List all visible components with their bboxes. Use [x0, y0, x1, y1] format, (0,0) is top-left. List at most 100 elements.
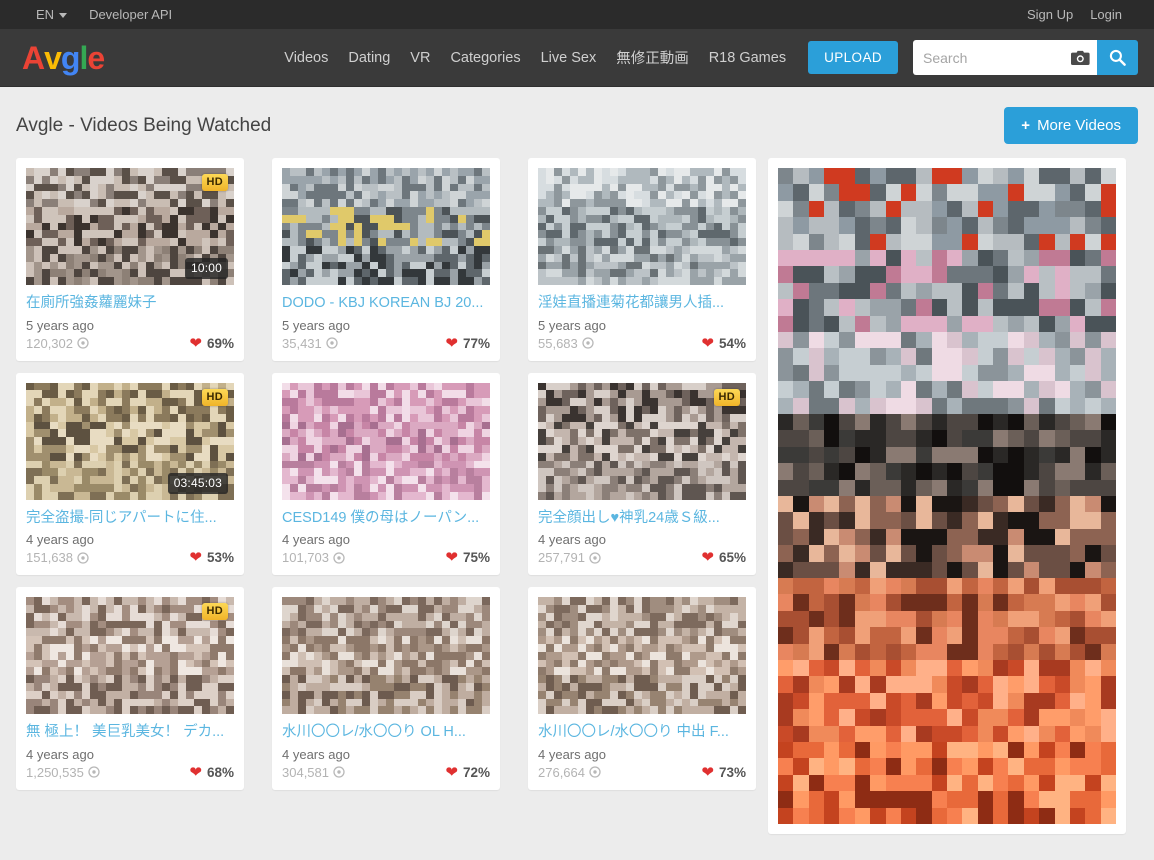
nav-item-3[interactable]: Categories: [450, 50, 520, 66]
nav-item-1[interactable]: Dating: [348, 50, 390, 66]
video-title[interactable]: 完全顔出し♥神乳24歳Ｓ級...: [538, 509, 746, 529]
video-card[interactable]: 淫娃直播連菊花都讓男人插... 5 years ago 55,683 ❤ 54%: [528, 158, 756, 361]
video-thumbnail[interactable]: [538, 597, 746, 715]
search-submit-button[interactable]: [1097, 40, 1138, 75]
video-upload-age: 4 years ago: [538, 746, 606, 762]
video-card[interactable]: HD 03:45:03 完全盗撮-同じアパートに住... 4 years ago 151…: [16, 372, 244, 576]
like-ratio-value: 53%: [206, 550, 234, 566]
video-meta-row: 1,250,535 ❤ 68%: [26, 765, 234, 780]
heart-icon: ❤: [701, 549, 714, 567]
camera-icon: [1070, 50, 1090, 65]
video-upload-age: 5 years ago: [26, 317, 94, 333]
like-ratio: ❤ 73%: [701, 765, 746, 780]
views-clock-icon: [77, 551, 89, 564]
view-count-value: 257,791: [538, 550, 585, 566]
video-meta-row: 151,638 ❤ 53%: [26, 550, 234, 565]
view-count: 55,683: [538, 336, 594, 351]
nav-item-6[interactable]: R18 Games: [709, 50, 786, 66]
like-ratio-value: 54%: [718, 335, 746, 351]
search-bar: [913, 40, 1138, 75]
main-navbar: Avgle Videos Dating VR Categories Live Sex 無修…: [0, 29, 1154, 87]
video-meta-row: 257,791 ❤ 65%: [538, 550, 746, 565]
video-card[interactable]: HD 10:00 在廁所強姦蘿麗妹子 5 years ago 120,302 ❤ 69%: [16, 158, 244, 361]
video-card[interactable]: 水川〇〇レ/水〇〇り 中出 F... 4 years ago 276,664 ❤ 73%: [528, 587, 756, 790]
camera-search-button[interactable]: [1063, 40, 1097, 75]
video-title[interactable]: 無 極上！ 美巨乳美女！ デカ...: [26, 723, 234, 743]
views-clock-icon: [589, 551, 601, 564]
video-thumbnail[interactable]: HD: [538, 382, 746, 500]
page-title: Avgle - Videos Being Watched: [16, 114, 272, 136]
advertisement-panel[interactable]: [768, 158, 1126, 834]
video-title[interactable]: DODO - KBJ KOREAN BJ 20...: [282, 294, 490, 314]
nav-item-0[interactable]: Videos: [284, 50, 328, 66]
video-title[interactable]: 淫娃直播連菊花都讓男人插...: [538, 294, 746, 314]
like-ratio-value: 68%: [206, 764, 234, 780]
video-upload-age: 4 years ago: [26, 532, 94, 548]
hd-badge: HD: [201, 388, 228, 406]
developer-api-link[interactable]: Developer API: [89, 7, 172, 22]
heart-icon: ❤: [701, 334, 714, 352]
video-upload-age: 5 years ago: [282, 317, 350, 333]
video-thumbnail[interactable]: HD: [26, 597, 234, 715]
video-thumbnail[interactable]: HD 03:45:03: [26, 382, 234, 500]
view-count: 101,703: [282, 550, 345, 565]
view-count-value: 304,581: [282, 764, 329, 780]
like-ratio-value: 73%: [718, 764, 746, 780]
video-upload-age: 4 years ago: [282, 532, 350, 548]
like-ratio: ❤ 72%: [445, 765, 490, 780]
video-thumbnail[interactable]: HD 10:00: [26, 168, 234, 285]
video-title[interactable]: 水川〇〇レ/水〇〇り 中出 F...: [538, 723, 746, 743]
video-card[interactable]: HD 無 極上！ 美巨乳美女！ デカ... 4 years ago 1,250,535…: [16, 587, 244, 790]
like-ratio: ❤ 65%: [701, 550, 746, 565]
video-upload-age: 4 years ago: [26, 746, 94, 762]
language-selector[interactable]: EN: [36, 7, 68, 22]
logo-letter-e: e: [87, 39, 105, 76]
video-meta-row: 101,703 ❤ 75%: [282, 550, 490, 565]
video-card[interactable]: CESD149 僕の母はノーパン... 4 years ago 101,703 ❤ 75…: [272, 372, 500, 576]
heart-icon: ❤: [445, 549, 458, 567]
site-logo[interactable]: Avgle: [22, 39, 105, 76]
view-count: 304,581: [282, 765, 345, 780]
chevron-down-icon: [59, 13, 68, 18]
nav-item-5[interactable]: 無修正動画: [616, 47, 689, 68]
video-title[interactable]: 在廁所強姦蘿麗妹子: [26, 294, 234, 314]
video-thumbnail[interactable]: [538, 168, 746, 285]
view-count: 276,664: [538, 765, 601, 780]
video-thumbnail[interactable]: [282, 597, 490, 715]
upload-button[interactable]: UPLOAD: [808, 40, 898, 75]
video-thumbnail[interactable]: [282, 168, 490, 285]
video-title[interactable]: 完全盗撮-同じアパートに住...: [26, 509, 234, 529]
nav-item-4[interactable]: Live Sex: [541, 50, 597, 66]
hd-badge: HD: [201, 174, 228, 192]
video-card[interactable]: HD 完全顔出し♥神乳24歳Ｓ級... 4 years ago 257,791 ❤ 65%: [528, 372, 756, 576]
nav-item-2[interactable]: VR: [410, 50, 430, 66]
advertisement-banner[interactable]: [778, 168, 1116, 824]
logo-letter-v: v: [44, 39, 62, 76]
video-title[interactable]: 水川〇〇レ/水〇〇り OL H...: [282, 723, 490, 743]
duration-badge: 03:45:03: [167, 472, 228, 494]
logo-letter-l: l: [79, 39, 88, 76]
video-title[interactable]: CESD149 僕の母はノーパン...: [282, 509, 490, 529]
views-clock-icon: [582, 337, 594, 349]
search-input[interactable]: [913, 40, 1063, 75]
like-ratio: ❤ 53%: [189, 550, 234, 565]
view-count-value: 276,664: [538, 764, 585, 780]
like-ratio-value: 75%: [462, 550, 490, 566]
video-thumbnail[interactable]: [282, 382, 490, 500]
video-card[interactable]: 水川〇〇レ/水〇〇り OL H... 4 years ago 304,581 ❤ 72%: [272, 587, 500, 790]
content-area: HD 10:00 在廁所強姦蘿麗妹子 5 years ago 120,302 ❤ 69% DO…: [0, 158, 1154, 834]
more-videos-button[interactable]: + More Videos: [1004, 107, 1138, 144]
duration-badge: 10:00: [184, 258, 228, 279]
video-card[interactable]: DODO - KBJ KOREAN BJ 20... 5 years ago 35,…: [272, 158, 500, 361]
hd-badge: HD: [201, 603, 228, 621]
heart-icon: ❤: [189, 763, 202, 781]
hd-badge: HD: [713, 388, 740, 406]
heart-icon: ❤: [701, 763, 714, 781]
login-link[interactable]: Login: [1090, 7, 1122, 22]
heart-icon: ❤: [445, 763, 458, 781]
like-ratio-value: 65%: [718, 550, 746, 566]
heart-icon: ❤: [445, 334, 458, 352]
views-clock-icon: [77, 337, 89, 349]
primary-nav: Videos Dating VR Categories Live Sex 無修正動画 R18…: [284, 47, 786, 68]
sign-up-link[interactable]: Sign Up: [1027, 7, 1073, 22]
